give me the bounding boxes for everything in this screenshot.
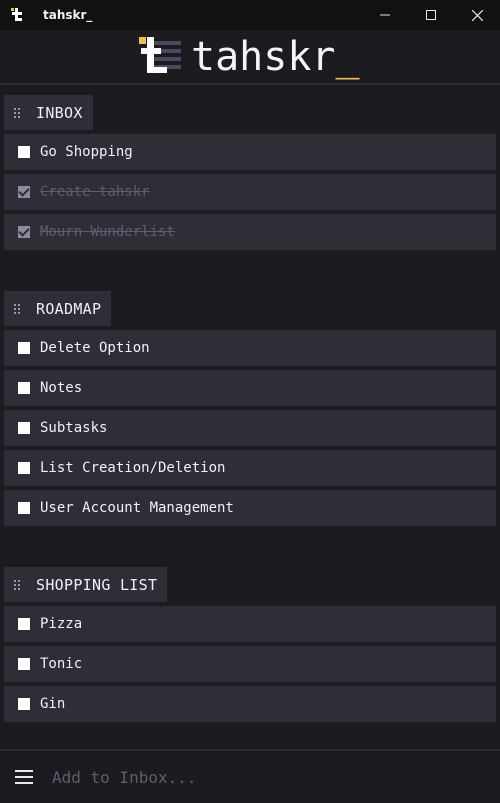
list-header-inbox[interactable]: INBOX: [4, 95, 93, 130]
task-label: Go Shopping: [40, 144, 133, 160]
app-logo-text: tahskr_: [191, 34, 360, 80]
task-checkbox[interactable]: [18, 462, 30, 474]
task-item[interactable]: Mourn Wunderlist: [4, 214, 496, 250]
task-label: Tonic: [40, 656, 83, 672]
task-item[interactable]: Pizza: [4, 606, 496, 642]
app-header: tahskr_: [0, 30, 500, 85]
list-header-roadmap[interactable]: ROADMAP: [4, 291, 112, 326]
task-checkbox[interactable]: [18, 422, 30, 434]
task-checkbox[interactable]: [18, 658, 30, 670]
task-label: Mourn Wunderlist: [40, 224, 175, 240]
task-checkbox[interactable]: [18, 698, 30, 710]
close-icon: [471, 9, 483, 21]
list-inbox: INBOX Go Shopping Create tahskr Mourn Wu…: [4, 95, 496, 250]
list-header-shopping[interactable]: SHOPPING LIST: [4, 567, 168, 602]
task-label: Create tahskr: [40, 184, 150, 200]
task-label: Delete Option: [40, 340, 150, 356]
task-label: User Account Management: [40, 500, 234, 516]
drag-handle-icon[interactable]: [12, 107, 22, 119]
drag-handle-icon[interactable]: [12, 303, 22, 315]
task-checkbox[interactable]: [18, 342, 30, 354]
task-checkbox[interactable]: [18, 382, 30, 394]
task-label: Gin: [40, 696, 66, 712]
window-title: tahskr_: [43, 8, 93, 22]
task-item[interactable]: Go Shopping: [4, 134, 496, 170]
logo-cursor: _: [335, 34, 360, 80]
task-checkbox[interactable]: [18, 146, 30, 158]
list-title: ROADMAP: [36, 299, 102, 318]
minimize-icon: [380, 14, 390, 16]
minimize-button[interactable]: [362, 0, 408, 30]
task-label: Notes: [40, 380, 83, 396]
tahskr-logo-icon: [139, 37, 183, 81]
task-checkbox[interactable]: [18, 502, 30, 514]
task-label: Subtasks: [40, 420, 108, 436]
add-task-input[interactable]: [52, 767, 452, 787]
task-item[interactable]: List Creation/Deletion: [4, 450, 496, 486]
task-item[interactable]: Create tahskr: [4, 174, 496, 210]
task-item[interactable]: Tonic: [4, 646, 496, 682]
task-item[interactable]: Delete Option: [4, 330, 496, 366]
maximize-button[interactable]: [408, 0, 454, 30]
task-checkbox[interactable]: [18, 618, 30, 630]
task-item[interactable]: Subtasks: [4, 410, 496, 446]
close-button[interactable]: [454, 0, 500, 30]
app-logo-icon: [10, 7, 26, 23]
task-item[interactable]: Gin: [4, 686, 496, 722]
list-roadmap: ROADMAP Delete Option Notes Subtasks Lis…: [4, 291, 496, 526]
drag-handle-icon[interactable]: [12, 579, 22, 591]
task-label: Pizza: [40, 616, 83, 632]
list-shopping: SHOPPING LIST Pizza Tonic Gin: [4, 567, 496, 722]
hamburger-menu-icon[interactable]: [15, 770, 33, 784]
window-titlebar: tahskr_: [0, 0, 500, 30]
task-checkbox-checked[interactable]: [18, 186, 30, 198]
list-title: INBOX: [36, 103, 83, 122]
app-footer: [0, 749, 500, 803]
task-label: List Creation/Deletion: [40, 460, 226, 476]
task-checkbox-checked[interactable]: [18, 226, 30, 238]
list-title: SHOPPING LIST: [36, 575, 158, 594]
task-item[interactable]: User Account Management: [4, 490, 496, 526]
maximize-icon: [426, 10, 436, 20]
task-item[interactable]: Notes: [4, 370, 496, 406]
